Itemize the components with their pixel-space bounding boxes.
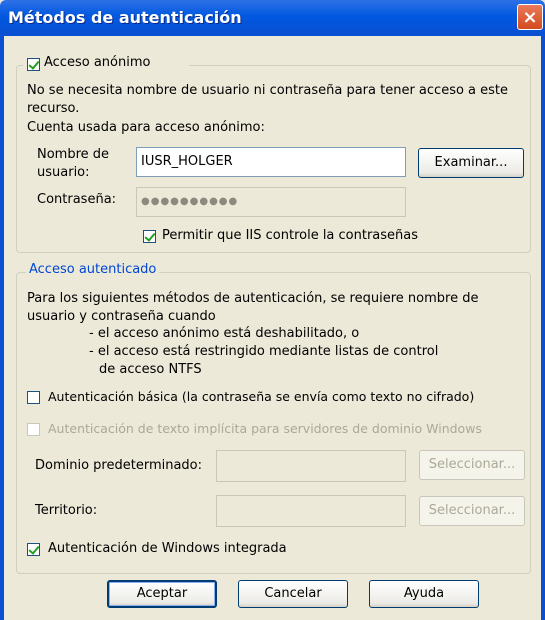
window-frame-right: [541, 36, 545, 620]
password-input[interactable]: ●●●●●●●●●●: [136, 187, 406, 217]
close-button[interactable]: ×: [517, 4, 543, 30]
realm-label: Territorio:: [35, 503, 98, 518]
username-label: Nombre de usuario:: [37, 147, 110, 180]
close-icon: ×: [522, 7, 538, 28]
iis-password-label[interactable]: Permitir que IIS controle la contraseñas: [162, 228, 418, 243]
authenticated-access-legend: Acceso autenticado: [26, 262, 160, 277]
window-frame-left: [0, 36, 4, 620]
cancel-button[interactable]: Cancelar: [238, 580, 348, 608]
realm-select-button[interactable]: Seleccionar...: [419, 496, 525, 526]
authenticated-description: Para los siguientes métodos de autentica…: [27, 291, 479, 324]
title-bar[interactable]: Métodos de autenticación ×: [0, 0, 545, 36]
iis-password-checkbox[interactable]: [143, 230, 156, 243]
anonymous-access-label[interactable]: Acceso anónimo: [44, 55, 150, 70]
auth-condition-1: - el acceso anónimo está deshabilitado, …: [89, 326, 360, 341]
basic-auth-checkbox[interactable]: [27, 391, 40, 404]
anonymous-description: No se necesita nombre de usuario ni cont…: [27, 83, 509, 116]
password-label: Contraseña:: [37, 192, 117, 207]
windows-auth-label[interactable]: Autenticación de Windows integrada: [48, 541, 287, 556]
default-domain-input[interactable]: [216, 450, 406, 482]
dialog-window: Métodos de autenticación × Acceso anónim…: [0, 0, 545, 620]
domain-select-button[interactable]: Seleccionar...: [419, 450, 525, 480]
auth-condition-2-cont: de acceso NTFS: [99, 362, 202, 377]
username-input[interactable]: IUSR_HOLGER: [136, 147, 406, 177]
auth-condition-2: - el acceso está restringido mediante li…: [89, 344, 439, 359]
digest-auth-label[interactable]: Autenticación de texto implícita para se…: [48, 421, 482, 436]
digest-auth-checkbox[interactable]: [27, 423, 40, 436]
anonymous-access-checkbox[interactable]: [27, 58, 40, 71]
ok-button[interactable]: Aceptar: [107, 580, 217, 608]
windows-auth-checkbox[interactable]: [27, 543, 40, 556]
basic-auth-label[interactable]: Autenticación básica (la contraseña se e…: [48, 389, 474, 404]
help-button[interactable]: Ayuda: [369, 580, 479, 608]
window-title: Métodos de autenticación: [8, 8, 242, 27]
anonymous-account-label: Cuenta usada para acceso anónimo:: [27, 120, 265, 135]
realm-input[interactable]: [216, 495, 406, 527]
browse-button[interactable]: Examinar...: [418, 148, 524, 178]
default-domain-label: Dominio predeterminado:: [35, 458, 203, 473]
